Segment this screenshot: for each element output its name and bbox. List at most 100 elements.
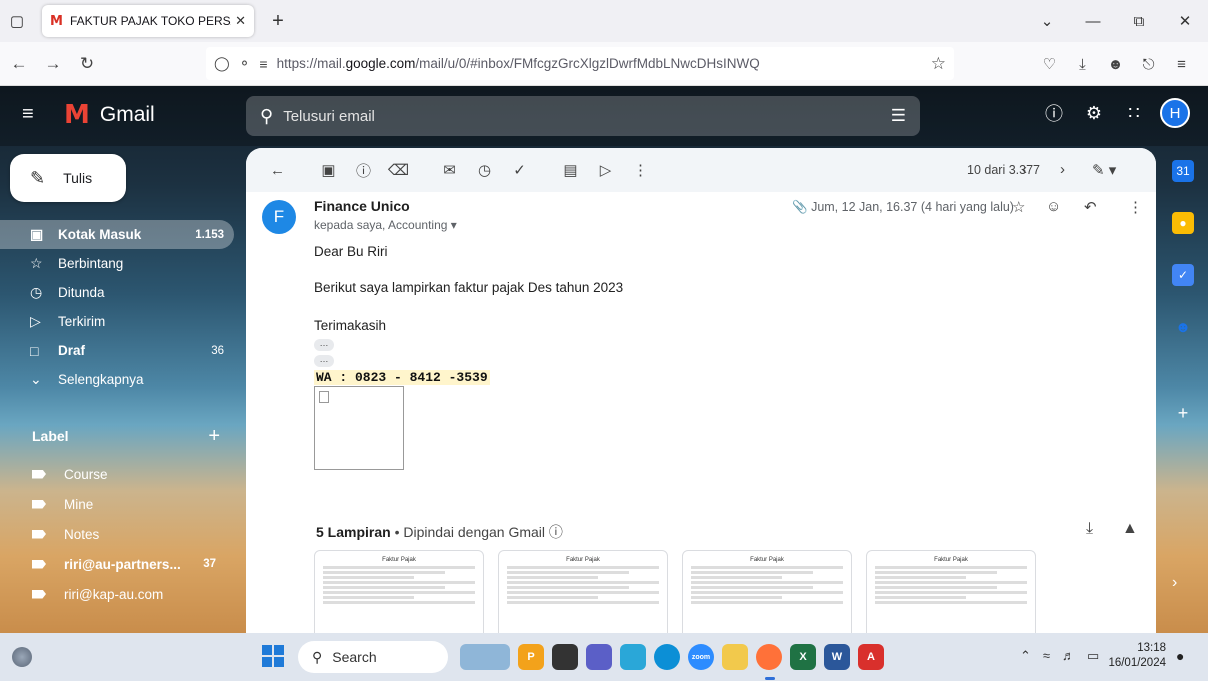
menu-icon[interactable]: ≡ [1165, 56, 1198, 73]
teams-icon[interactable] [586, 644, 612, 670]
star-message-icon[interactable]: ☆ [1012, 198, 1025, 216]
tab-list-icon[interactable]: ▢ [0, 5, 34, 37]
mark-unread-icon[interactable]: ✉ [432, 161, 467, 179]
permissions-icon[interactable]: ≡ [259, 56, 267, 72]
show-trimmed-content-button[interactable]: … [314, 339, 334, 351]
sender-avatar[interactable]: F [262, 200, 296, 234]
back-icon[interactable]: ← [4, 54, 34, 74]
battery-icon[interactable]: ▭ [1087, 648, 1099, 664]
pocket-icon[interactable]: ♡ [1033, 55, 1066, 73]
sidebar-item-more[interactable]: ⌄ Selengkapnya [0, 365, 234, 394]
add-task-icon[interactable]: ✓ [502, 161, 537, 179]
search-options-icon[interactable]: ☰ [891, 106, 906, 126]
close-tab-icon[interactable]: ✕ [235, 13, 246, 29]
restore-icon[interactable]: ⧉ [1116, 13, 1162, 30]
label-item-course[interactable]: Course [0, 459, 234, 489]
more-options-icon[interactable]: ⋮ [623, 161, 658, 179]
add-to-drive-icon[interactable]: ▲ [1122, 520, 1138, 538]
main-menu-icon[interactable]: ≡ [22, 104, 42, 124]
apps-grid-icon[interactable]: ∷ [1114, 103, 1154, 124]
app-icon[interactable]: P [518, 644, 544, 670]
attachment-thumbnail[interactable]: Faktur Pajak [866, 550, 1036, 633]
wifi-icon[interactable]: ≈ [1043, 648, 1050, 664]
extensions-icon[interactable]: ⎋ [1132, 56, 1165, 73]
edge-icon[interactable] [654, 644, 680, 670]
contacts-icon[interactable]: ☻ [1172, 316, 1194, 338]
volume-icon[interactable]: ♬ [1062, 648, 1075, 664]
input-tools-icon[interactable]: ✎ ▾ [1092, 161, 1116, 179]
reload-icon[interactable]: ↻ [72, 54, 102, 74]
shield-icon[interactable]: ◯ [214, 55, 230, 72]
search-bar[interactable]: ⚲ Telusuri email ☰ [246, 96, 920, 136]
reply-icon[interactable]: ↶ [1084, 198, 1097, 216]
info-icon[interactable]: ⓘ [549, 524, 563, 540]
attachment-thumbnail[interactable]: Faktur Pajak [682, 550, 852, 633]
word-icon[interactable]: W [824, 644, 850, 670]
snooze-icon[interactable]: ◷ [467, 161, 502, 179]
address-bar[interactable]: ◯ ⚬ ≡ https://mail.google.com/mail/u/0/#… [206, 47, 954, 80]
sidebar-item-snoozed[interactable]: ◷ Ditunda [0, 278, 234, 307]
taskbar-clock[interactable]: 13:18 16/01/2024 [1108, 641, 1166, 671]
terminal-icon[interactable] [552, 644, 578, 670]
photos-icon[interactable] [620, 644, 646, 670]
attachment-thumbnail[interactable]: Faktur Pajak [314, 550, 484, 633]
zoom-icon[interactable]: zoom [688, 644, 714, 670]
list-all-tabs-icon[interactable]: ⌄ [1024, 12, 1070, 30]
label-item-au-partners[interactable]: riri@au-partners... 37 [0, 549, 234, 579]
url-text[interactable]: https://mail.google.com/mail/u/0/#inbox/… [277, 56, 931, 71]
account-icon[interactable]: ☻ [1099, 56, 1132, 73]
sidebar-item-inbox[interactable]: ▣ Kotak Masuk 1.153 [0, 220, 234, 249]
lock-icon[interactable]: ⚬ [239, 55, 251, 72]
label-item-mine[interactable]: Mine [0, 489, 234, 519]
sender-name[interactable]: Finance Unico [314, 198, 410, 214]
back-to-inbox-icon[interactable]: ← [260, 162, 295, 179]
attachment-thumbnail[interactable]: Faktur Pajak [498, 550, 668, 633]
label-icon[interactable]: ▷ [588, 161, 623, 179]
sidebar-item-drafts[interactable]: □ Draf 36 [0, 336, 234, 365]
gmail-logo[interactable]: M Gmail [64, 101, 155, 129]
show-side-panel-icon[interactable]: › [1172, 574, 1177, 592]
recipients[interactable]: kepada saya, Accounting ▾ [314, 218, 457, 232]
notification-bell-icon[interactable]: ● [1176, 648, 1184, 664]
search-input[interactable]: Telusuri email [283, 108, 891, 125]
move-to-icon[interactable]: ▤ [553, 161, 588, 179]
taskbar-search[interactable]: ⚲ Search [298, 641, 448, 673]
weather-widget-icon[interactable] [460, 644, 510, 670]
tasks-icon[interactable]: ✓ [1172, 264, 1194, 286]
minimize-icon[interactable]: — [1070, 13, 1116, 30]
browser-tab[interactable]: M FAKTUR PAJAK TOKO PERSADA ✕ [42, 5, 254, 37]
start-windows-icon[interactable] [262, 645, 284, 667]
get-addons-icon[interactable]: + [1172, 402, 1194, 424]
compose-button[interactable]: ✎ Tulis [10, 154, 126, 202]
calendar-icon[interactable]: 31 [1172, 160, 1194, 182]
create-label-icon[interactable]: + [208, 425, 220, 448]
firefox-icon[interactable] [756, 644, 782, 670]
message-more-icon[interactable]: ⋮ [1128, 198, 1143, 216]
search-icon[interactable]: ⚲ [260, 106, 273, 127]
new-tab-button[interactable]: + [264, 10, 292, 33]
widgets-icon[interactable] [12, 647, 32, 667]
show-details-icon[interactable]: ▾ [451, 218, 457, 232]
file-explorer-icon[interactable] [722, 644, 748, 670]
older-icon[interactable]: › [1060, 161, 1065, 178]
settings-gear-icon[interactable]: ⚙ [1074, 103, 1114, 124]
newer-icon[interactable]: ‹ [1022, 161, 1027, 178]
keep-icon[interactable]: ● [1172, 212, 1194, 234]
sidebar-item-starred[interactable]: ☆ Berbintang [0, 249, 234, 278]
delete-icon[interactable]: ⌫ [381, 161, 416, 179]
acrobat-icon[interactable]: A [858, 644, 884, 670]
report-spam-icon[interactable]: ⓘ [346, 160, 381, 181]
close-window-icon[interactable]: ✕ [1162, 12, 1208, 30]
show-trimmed-content-button[interactable]: … [314, 355, 334, 367]
inline-image-placeholder[interactable] [314, 386, 404, 470]
label-item-kap-au[interactable]: riri@kap-au.com [0, 579, 234, 609]
help-icon[interactable]: ⓘ [1034, 100, 1074, 126]
account-avatar[interactable]: H [1160, 98, 1190, 128]
forward-icon[interactable]: → [38, 54, 68, 74]
bookmark-star-icon[interactable]: ☆ [931, 54, 946, 74]
emoji-react-icon[interactable]: ☺ [1046, 198, 1061, 215]
sidebar-item-sent[interactable]: ▷ Terkirim [0, 307, 234, 336]
downloads-icon[interactable]: ⤓ [1066, 56, 1099, 73]
archive-icon[interactable]: ▣ [311, 161, 346, 179]
excel-icon[interactable]: X [790, 644, 816, 670]
